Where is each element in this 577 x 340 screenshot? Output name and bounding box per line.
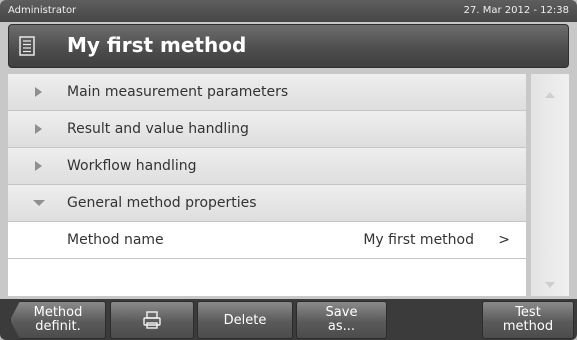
section-result-and-value-handling[interactable]: Result and value handling <box>8 111 526 148</box>
save-as-button[interactable]: Save as... <box>296 301 387 339</box>
print-icon <box>142 311 162 334</box>
bottom-toolbar: Method definit. Delete Save as... Test m… <box>0 299 577 340</box>
button-label: Delete <box>223 313 267 328</box>
scrollbar[interactable] <box>531 74 569 296</box>
test-method-button[interactable]: Test method <box>482 301 574 339</box>
delete-button[interactable]: Delete <box>197 301 293 339</box>
section-label: Main measurement parameters <box>67 84 289 100</box>
page-title: My first method <box>67 33 247 57</box>
method-settings-list: Main measurement parameters Result and v… <box>8 74 526 296</box>
method-definition-back-button[interactable]: Method definit. <box>10 301 106 339</box>
title-bar: My first method <box>8 24 569 68</box>
expand-arrow-icon <box>32 123 44 135</box>
section-main-measurement-parameters[interactable]: Main measurement parameters <box>8 74 526 111</box>
section-label: General method properties <box>67 195 257 211</box>
date-time: 27. Mar 2012 - 12:38 <box>463 5 569 16</box>
empty-row <box>8 259 526 296</box>
app-window: Administrator 27. Mar 2012 - 12:38 My fi… <box>0 0 577 340</box>
section-general-method-properties[interactable]: General method properties <box>8 185 526 222</box>
chevron-right-icon: > <box>498 232 510 248</box>
button-label: Method definit. <box>33 305 83 334</box>
section-workflow-handling[interactable]: Workflow handling <box>8 148 526 185</box>
status-bar: Administrator 27. Mar 2012 - 12:38 <box>0 0 577 22</box>
button-label: Test method <box>502 305 554 334</box>
section-label: Result and value handling <box>67 121 249 137</box>
button-label: Save as... <box>325 305 358 334</box>
collapse-arrow-icon <box>32 197 45 209</box>
expand-arrow-icon <box>32 86 44 98</box>
method-list-icon <box>19 36 35 56</box>
expand-arrow-icon <box>32 160 44 172</box>
property-value: My first method <box>363 232 474 248</box>
print-button[interactable] <box>110 301 194 339</box>
section-label: Workflow handling <box>67 158 197 174</box>
scroll-down-icon[interactable] <box>544 274 556 293</box>
property-method-name[interactable]: Method name My first method > <box>8 222 526 259</box>
scroll-up-icon[interactable] <box>544 84 556 103</box>
property-label: Method name <box>67 232 164 248</box>
current-user: Administrator <box>8 5 77 16</box>
